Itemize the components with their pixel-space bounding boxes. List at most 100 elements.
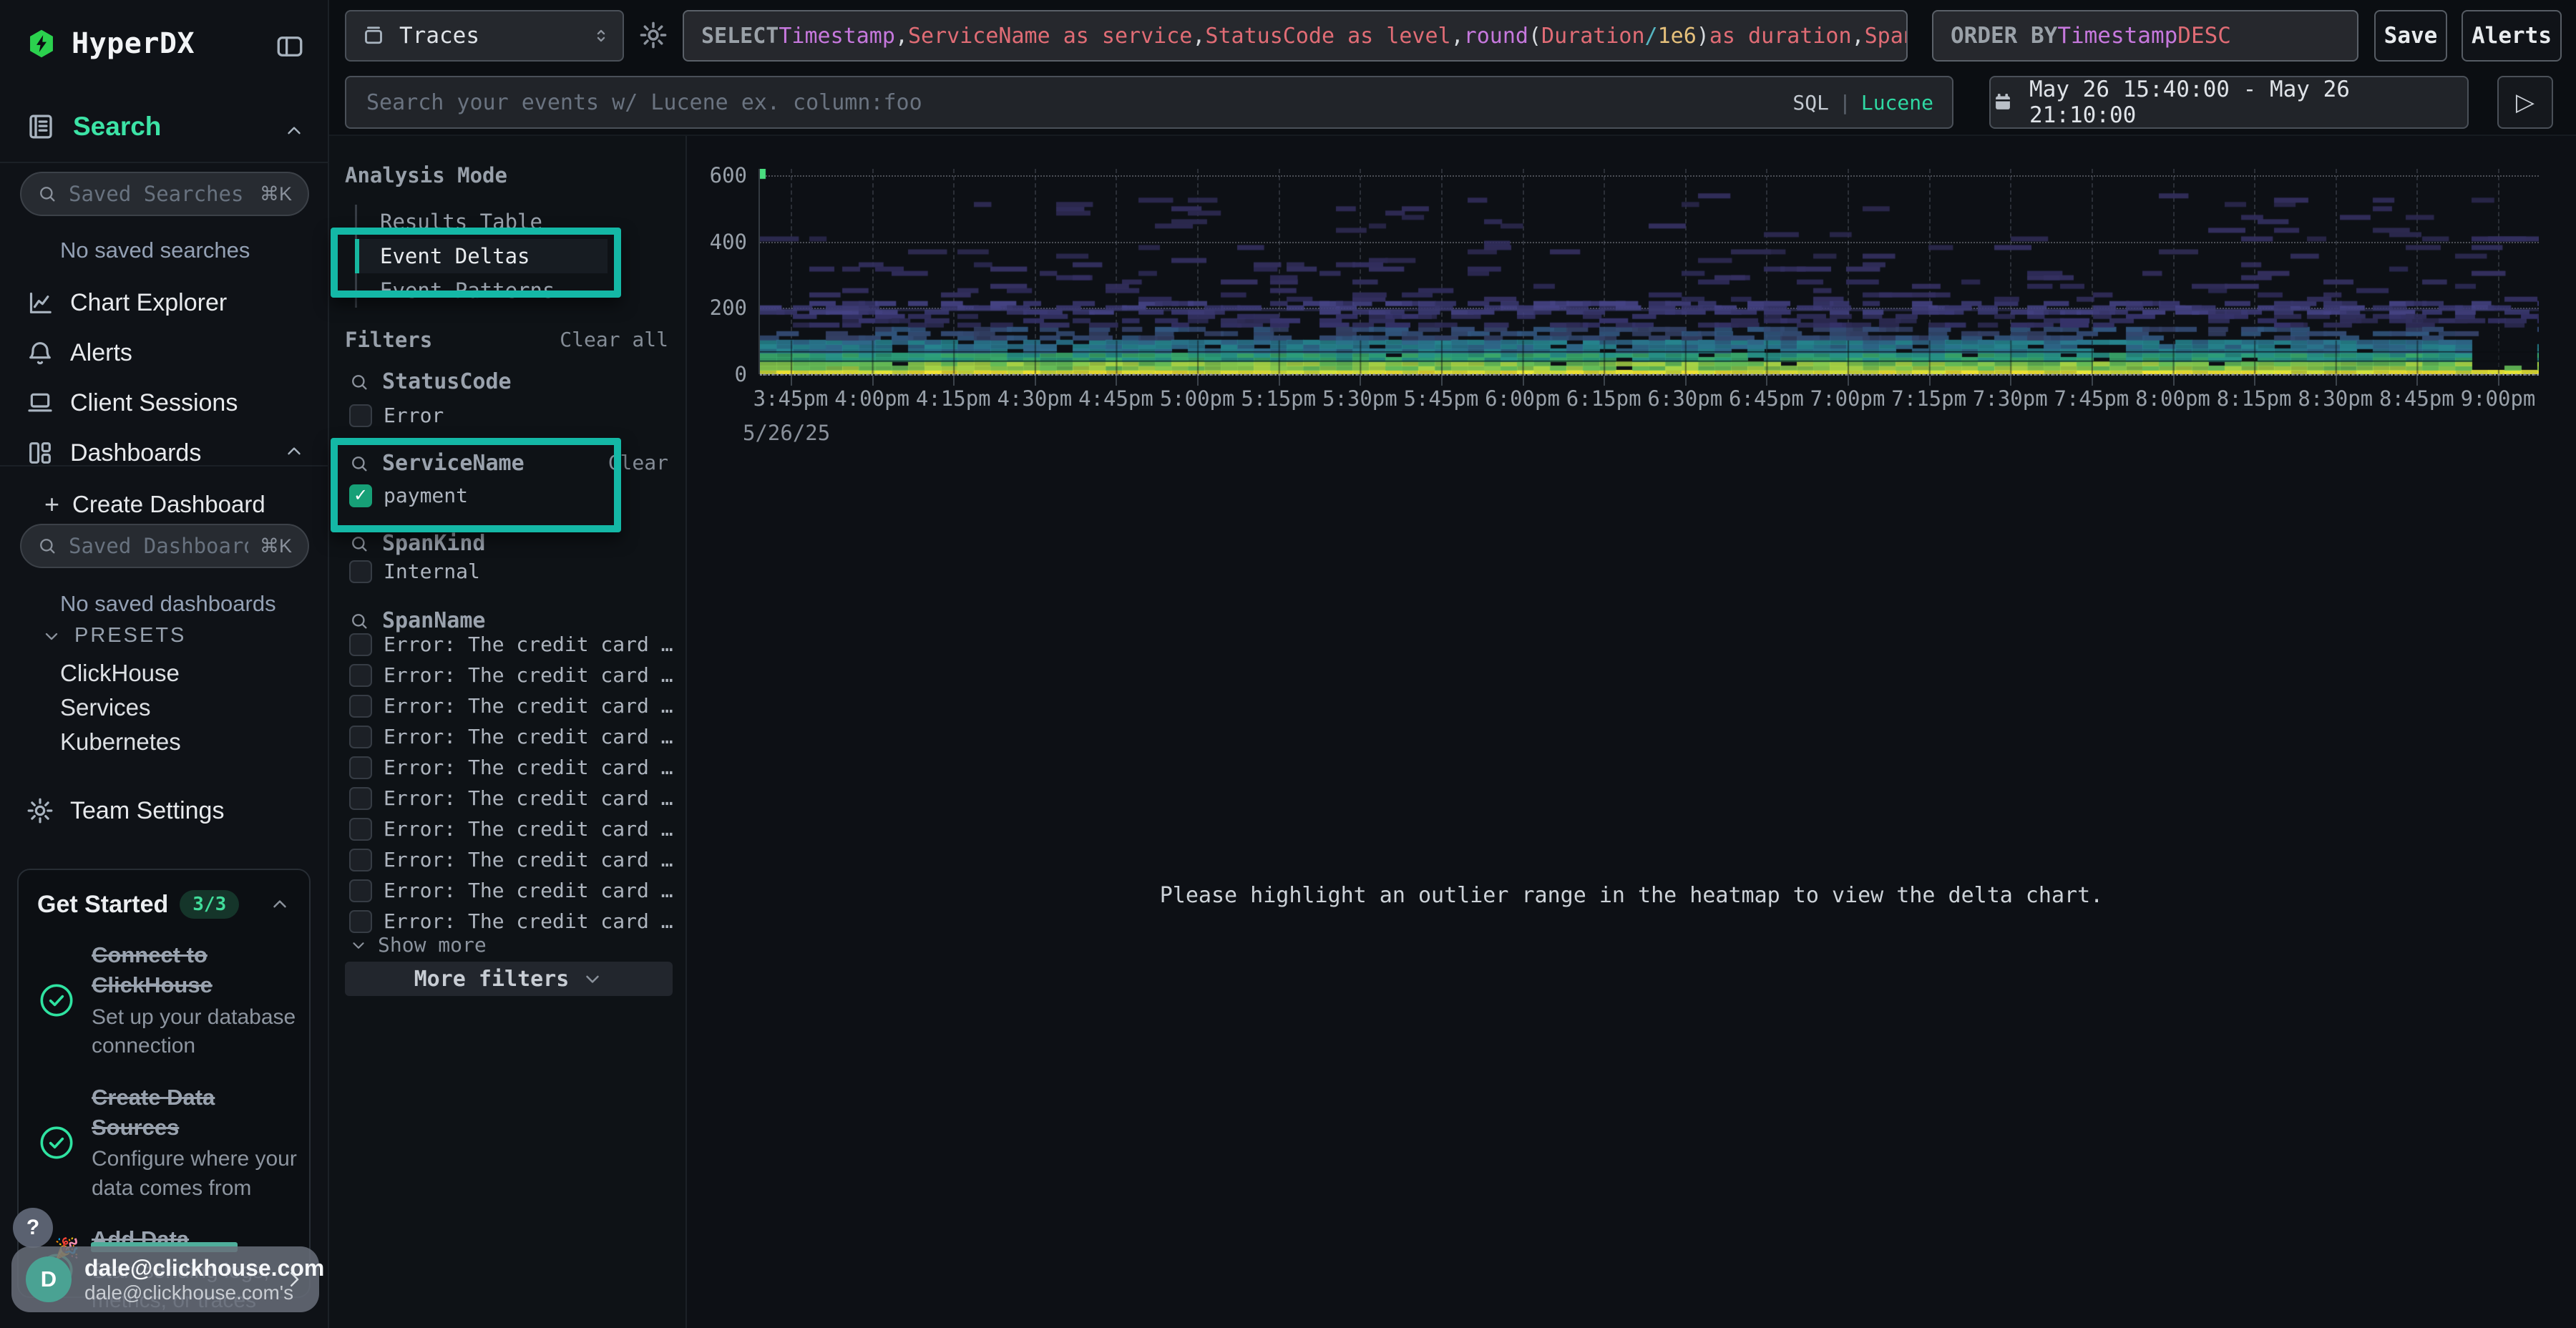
filter-option-spanname[interactable]: Error: The credit card … (349, 663, 673, 687)
event-search-bar[interactable]: SQL | Lucene (345, 76, 1953, 129)
checkbox-checked[interactable] (349, 484, 372, 507)
get-started-card: Get Started 3/3 Connect to ClickHouse Se… (17, 869, 311, 1298)
get-started-item-connect[interactable]: Connect to ClickHouse Set up your databa… (37, 940, 291, 1061)
checkbox[interactable] (349, 849, 372, 872)
no-saved-dashboards-text: No saved dashboards (60, 591, 276, 617)
date-range-value: May 26 15:40:00 - May 26 21:10:00 (2029, 77, 2467, 128)
heatmap-canvas (760, 169, 2539, 374)
delta-chart-hint-message: Please highlight an outlier range in the… (1160, 883, 2104, 908)
checkbox[interactable] (349, 404, 372, 427)
checkbox[interactable] (349, 664, 372, 687)
source-selector[interactable]: Traces (345, 10, 624, 62)
sql-orderby-editor[interactable]: ORDER BY Timestamp DESC (1932, 10, 2358, 62)
run-query-button[interactable]: ▷ (2497, 76, 2553, 129)
filter-option-spanname[interactable]: Error: The credit card … (349, 817, 673, 841)
option-label: Internal (384, 560, 480, 583)
checkbox[interactable] (349, 756, 372, 779)
sidebar-collapse-icon[interactable] (275, 31, 305, 62)
saved-searches-input[interactable] (67, 181, 250, 207)
more-filters-button[interactable]: More filters (345, 962, 673, 996)
sidebar-item-dashboards[interactable]: Dashboards (0, 431, 329, 475)
chevron-down-icon (42, 626, 62, 646)
filter-option-spanname[interactable]: Error: The credit card … (349, 909, 673, 933)
filter-group-servicename[interactable]: ServiceName (349, 451, 525, 476)
user-subtitle: dale@clickhouse.com's (84, 1281, 279, 1304)
language-lucene[interactable]: Lucene (1861, 91, 1933, 114)
checkbox[interactable] (349, 818, 372, 841)
option-label: Error: The credit card … (384, 694, 673, 718)
help-button[interactable]: ? (13, 1208, 53, 1248)
select-chevrons-icon (591, 26, 611, 46)
source-settings-button[interactable] (638, 20, 668, 50)
checkbox[interactable] (349, 787, 372, 810)
filter-option-spanname[interactable]: Error: The credit card … (349, 725, 673, 748)
option-label: Error: The credit card … (384, 663, 673, 687)
show-more-link[interactable]: Show more (349, 933, 487, 957)
saved-dashboards-search[interactable]: ⌘K (20, 524, 309, 568)
preset-services[interactable]: Services (60, 694, 151, 721)
avatar: D (26, 1256, 72, 1302)
sidebar-section-search[interactable]: Search (26, 112, 161, 142)
notebook-icon (26, 112, 56, 142)
tab-event-deltas[interactable]: Event Deltas (357, 239, 608, 273)
checkbox[interactable] (349, 633, 372, 656)
get-started-item-title: Create Data Sources (92, 1083, 306, 1143)
chevron-up-icon[interactable] (283, 120, 305, 142)
sidebar-item-chart-explorer[interactable]: Chart Explorer (0, 280, 329, 325)
chevron-down-icon (349, 936, 368, 954)
chevron-right-icon (283, 1269, 305, 1290)
filter-option-spanname[interactable]: Error: The credit card … (349, 633, 673, 656)
chevron-up-icon[interactable] (269, 894, 291, 915)
saved-searches-search[interactable]: ⌘K (20, 172, 309, 216)
sidebar-item-team-settings[interactable]: Team Settings (0, 788, 329, 833)
clear-servicename-link[interactable]: Clear (608, 451, 668, 474)
preset-kubernetes[interactable]: Kubernetes (60, 728, 181, 756)
chevron-up-icon[interactable] (283, 441, 305, 462)
clear-all-link[interactable]: Clear all (560, 328, 668, 351)
filter-option-spanname[interactable]: Error: The credit card … (349, 786, 673, 810)
sidebar-item-alerts[interactable]: Alerts (0, 331, 329, 375)
search-icon (349, 372, 369, 392)
date-range-picker[interactable]: May 26 15:40:00 - May 26 21:10:00 (1989, 76, 2469, 129)
sidebar-item-client-sessions[interactable]: Client Sessions (0, 381, 329, 425)
presets-toggle[interactable]: PRESETS (42, 624, 186, 648)
filter-group-spanname[interactable]: SpanName (349, 608, 486, 633)
hyperdx-logo-icon (26, 28, 57, 59)
saved-dashboards-input[interactable] (67, 533, 250, 559)
search-icon (349, 534, 369, 554)
checkbox[interactable] (349, 726, 372, 748)
filter-option-spanname[interactable]: Error: The credit card … (349, 879, 673, 902)
heatmap-chart[interactable]: 3:45pm4:00pm4:15pm4:30pm4:45pm5:00pm5:15… (758, 169, 2539, 374)
event-search-input[interactable] (365, 89, 1778, 116)
get-started-item-sources[interactable]: Create Data Sources Configure where your… (37, 1083, 291, 1204)
option-label: Error: The credit card … (384, 756, 673, 779)
filter-option-internal[interactable]: Internal (349, 560, 480, 583)
tab-results-table[interactable]: Results Table (357, 205, 608, 239)
save-button[interactable]: Save (2374, 10, 2447, 62)
alerts-button[interactable]: Alerts (2462, 10, 2562, 62)
checkbox[interactable] (349, 560, 372, 583)
get-started-item-title: Connect to ClickHouse (92, 940, 292, 1000)
filter-option-error[interactable]: Error (349, 404, 444, 427)
calendar-icon (1991, 90, 2015, 114)
filter-option-spanname[interactable]: Error: The credit card … (349, 848, 673, 872)
create-dashboard-button[interactable]: + Create Dashboard (44, 489, 265, 519)
checkbox[interactable] (349, 879, 372, 902)
gear-icon (26, 796, 54, 825)
nav-label: Alerts (70, 339, 132, 367)
checkbox[interactable] (349, 695, 372, 718)
filter-group-statuscode[interactable]: StatusCode (349, 369, 512, 394)
user-menu[interactable]: D dale@clickhouse.com dale@clickhouse.co… (11, 1246, 319, 1312)
tab-event-patterns[interactable]: Event Patterns (357, 273, 608, 308)
filter-option-spanname[interactable]: Error: The credit card … (349, 694, 673, 718)
circle-check-icon (37, 1123, 76, 1162)
preset-clickhouse[interactable]: ClickHouse (60, 660, 180, 687)
checkbox[interactable] (349, 910, 372, 933)
filter-group-spankind[interactable]: SpanKind (349, 531, 486, 556)
nav-label: Team Settings (70, 797, 224, 825)
filter-option-spanname[interactable]: Error: The credit card … (349, 756, 673, 779)
filter-option-payment[interactable]: payment (349, 484, 468, 507)
language-sql[interactable]: SQL (1792, 91, 1829, 114)
app-logo[interactable]: HyperDX (26, 27, 195, 60)
sql-select-editor[interactable]: SELECT Timestamp, ServiceName as service… (683, 10, 1908, 62)
